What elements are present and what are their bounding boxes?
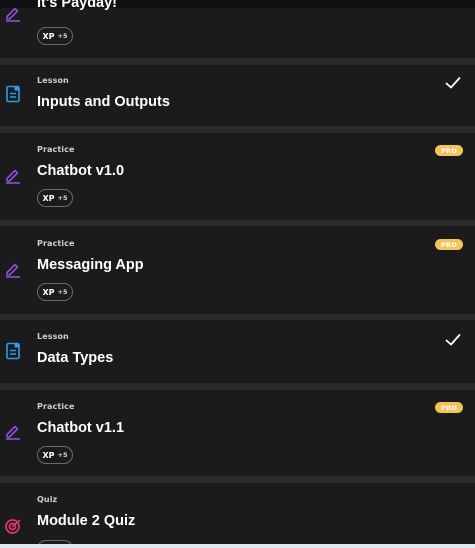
- lesson-list-screen: It's Payday! XP +5 Lesson Inputs and Out…: [0, 0, 475, 548]
- item-title: Data Types: [37, 350, 114, 366]
- list-item-lesson[interactable]: Lesson Data Types: [0, 320, 475, 383]
- item-title: Chatbot v1.0: [37, 163, 125, 179]
- item-kind: Practice: [37, 145, 75, 154]
- xp-badge: XP +5: [37, 446, 73, 464]
- bottom-edge: [0, 544, 475, 548]
- xp-label: XP: [42, 31, 55, 41]
- xp-badge: XP +5: [37, 189, 73, 207]
- list-item-lesson[interactable]: Lesson Inputs and Outputs: [0, 65, 475, 126]
- xp-label: XP: [42, 193, 55, 203]
- pencil-icon: [6, 169, 20, 184]
- check-icon: [445, 77, 461, 89]
- list-item-quiz[interactable]: Quiz Module 2 Quiz: [0, 483, 475, 548]
- document-icon: [6, 342, 20, 360]
- item-title: It's Payday!: [37, 0, 118, 11]
- list-item-practice[interactable]: Practice Chatbot v1.1 XP +5 PRO: [0, 390, 475, 476]
- pro-badge: PRO: [435, 402, 463, 413]
- item-title: Messaging App: [37, 257, 144, 273]
- item-title: Module 2 Quiz: [37, 513, 136, 529]
- item-kind: Practice: [37, 402, 75, 411]
- item-title: Inputs and Outputs: [37, 94, 170, 110]
- check-icon: [445, 334, 461, 346]
- pro-badge: PRO: [435, 145, 463, 156]
- list-item-practice[interactable]: Practice Chatbot v1.0 XP +5 PRO: [0, 133, 475, 220]
- xp-badge: XP +5: [37, 27, 73, 45]
- pencil-icon: [6, 263, 20, 278]
- xp-value: +5: [57, 32, 68, 40]
- document-icon: [6, 85, 20, 103]
- list-item-practice[interactable]: It's Payday! XP +5: [0, 0, 475, 58]
- item-kind: Practice: [37, 239, 75, 248]
- item-kind: Quiz: [37, 495, 58, 504]
- item-kind: Lesson: [37, 332, 69, 341]
- item-title: Chatbot v1.1: [37, 420, 125, 436]
- xp-value: +5: [57, 451, 68, 459]
- pencil-icon: [6, 425, 20, 440]
- xp-label: XP: [42, 450, 55, 460]
- pencil-icon: [6, 7, 20, 22]
- xp-badge: XP +5: [37, 283, 73, 301]
- list-item-practice[interactable]: Practice Messaging App XP +5 PRO: [0, 226, 475, 314]
- pro-badge: PRO: [435, 239, 463, 250]
- xp-label: XP: [42, 287, 55, 297]
- xp-value: +5: [57, 194, 68, 202]
- xp-value: +5: [57, 288, 68, 296]
- target-icon: [5, 519, 21, 534]
- item-kind: Lesson: [37, 76, 69, 85]
